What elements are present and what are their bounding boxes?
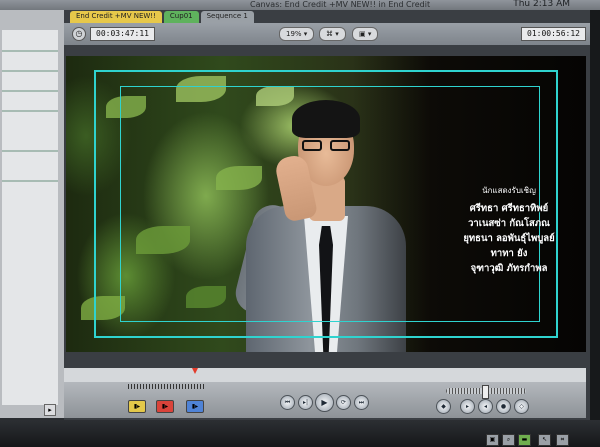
timecode-clock-icon: ◷ (72, 27, 86, 41)
current-timecode-field[interactable]: 00:03:47:11 (90, 27, 155, 41)
screen: Canvas: End Credit +MV NEW!! in End Cred… (0, 0, 600, 447)
mark-out-icon[interactable]: ◂ (478, 399, 493, 414)
playhead[interactable] (192, 368, 198, 374)
overlay-popup[interactable]: ▣ ▾ (352, 27, 379, 41)
menu-clock: Thu 2:13 AM (513, 0, 570, 9)
range-icon[interactable]: ▬ (518, 434, 531, 446)
scroll-right-icon[interactable]: ▸ (44, 404, 56, 416)
play-icon[interactable]: ▶ (315, 393, 334, 412)
credit-name: จุฑาวุฒิ ภัทรกำพล (470, 263, 548, 274)
browser-row[interactable] (2, 180, 58, 182)
tab-end-credit[interactable]: End Credit +MV NEW!! (70, 11, 162, 23)
crop-icon[interactable]: ⌗ (556, 434, 569, 446)
magnify-icon[interactable]: ⌕ (502, 434, 515, 446)
video-viewer[interactable]: นักแสดงรับเชิญ ศรีทธา ศรีทธาทิพย์ วาเนสซ… (66, 56, 586, 352)
mark-clip-icon[interactable]: ◆ (436, 399, 451, 414)
browser-row[interactable] (2, 150, 58, 152)
overlay-icon: ▣ (359, 30, 366, 38)
credit-titles: นักแสดงรับเชิญ ศรีทธา ศรีทธาทิพย์ วาเนสซ… (454, 184, 564, 276)
canvas-window: End Credit +MV NEW!! Cup01 Sequence 1 ◷ … (64, 10, 590, 420)
duration-timecode-field[interactable]: 01:00:56:12 (521, 27, 586, 41)
credit-name: วาเนสซ่า กัณโสภณ (468, 218, 550, 229)
window-edge (590, 10, 600, 420)
transport-controls: ▮▸ ▮▸ ▮▸ ⏮ ▸| ▶ ⟳ ⏭ ◆ ▸ ◂ ● ◇ (64, 382, 586, 418)
zoom-popup[interactable]: 19% ▾ (279, 27, 315, 41)
canvas-toolbar: ◷ 00:03:47:11 19% ▾ ⌘ ▾ ▣ ▾ ◔ 01:00:56:1… (64, 23, 590, 45)
browser-row[interactable] (2, 110, 58, 112)
zoom-value: 19% (286, 30, 302, 38)
browser-row[interactable] (2, 50, 58, 52)
view-popup[interactable]: ⌘ ▾ (319, 27, 346, 41)
jog-knob[interactable] (482, 385, 489, 399)
add-keyframe-icon[interactable]: ◇ (514, 399, 529, 414)
previous-edit-icon[interactable]: ⏮ (280, 395, 295, 410)
credit-name: ทาทา ยัง (490, 248, 528, 259)
window-title: Canvas: End Credit +MV NEW!! in End Cred… (250, 0, 431, 9)
pointer-icon[interactable]: ↖ (538, 434, 551, 446)
mark-in-icon[interactable]: ▸ (460, 399, 475, 414)
overwrite-edit-button[interactable]: ▮▸ (156, 400, 174, 413)
canvas-scrubber[interactable] (64, 368, 586, 382)
canvas-tabs: End Credit +MV NEW!! Cup01 Sequence 1 (70, 11, 254, 23)
credit-name: ศรีทธา ศรีทธาทิพย์ (469, 203, 549, 214)
browser-row[interactable] (2, 70, 58, 72)
view-icon: ⌘ (326, 30, 333, 38)
play-in-to-out-icon[interactable]: ▸| (298, 395, 313, 410)
tab-sequence-1[interactable]: Sequence 1 (200, 11, 254, 23)
browser-pane[interactable]: ▸ (0, 10, 64, 418)
browser-row[interactable] (2, 90, 58, 92)
replace-edit-button[interactable]: ▮▸ (186, 400, 204, 413)
credit-heading: นักแสดงรับเชิญ (482, 186, 536, 195)
dock-bar: ▣ ⌕ ▬ ↖ ⌗ (0, 420, 600, 447)
jog-control[interactable] (446, 385, 526, 399)
browser-list[interactable] (2, 30, 58, 405)
tab-cup01[interactable]: Cup01 (163, 11, 199, 23)
shuttle-ticks[interactable] (128, 384, 204, 389)
play-around-icon[interactable]: ⟳ (336, 395, 351, 410)
camera-icon[interactable]: ▣ (486, 434, 499, 446)
next-edit-icon[interactable]: ⏭ (354, 395, 369, 410)
credit-name: ยุทธนา ลอพันธุ์ไพบูลย์ (463, 233, 555, 244)
add-marker-icon[interactable]: ● (496, 399, 511, 414)
insert-edit-button[interactable]: ▮▸ (128, 400, 146, 413)
